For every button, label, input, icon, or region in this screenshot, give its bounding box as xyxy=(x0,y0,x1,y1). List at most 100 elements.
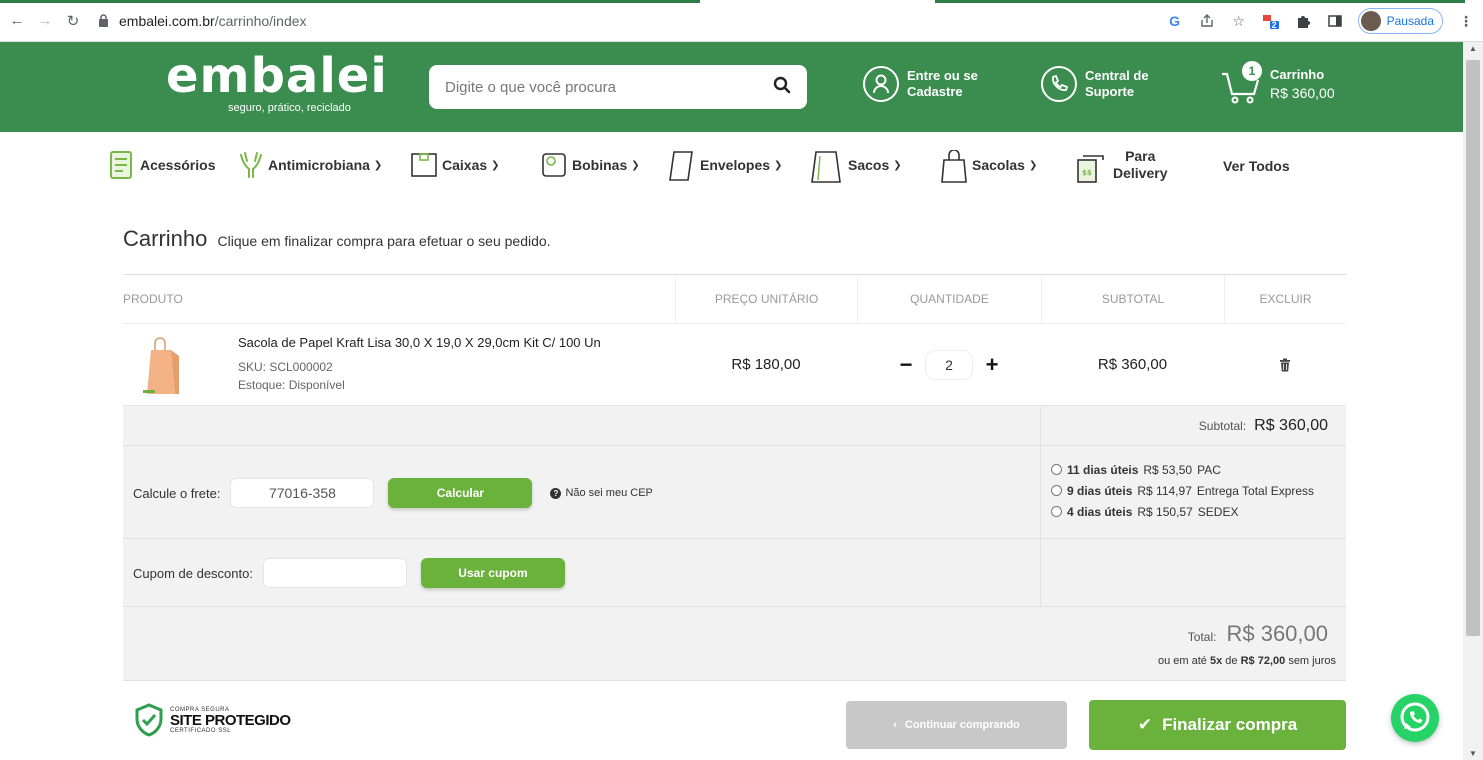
scroll-down-arrow-icon[interactable]: ▼ xyxy=(1469,749,1477,758)
cart-icon: 1 xyxy=(1220,61,1264,108)
cep-input[interactable]: 77016-358 xyxy=(230,478,375,508)
product-sku: SKU: SCL000002 xyxy=(238,360,333,374)
hands-icon xyxy=(236,150,262,180)
side-panel-icon[interactable] xyxy=(1326,12,1344,30)
shipping-days: 4 dias úteis xyxy=(1067,504,1133,519)
radio-button[interactable] xyxy=(1051,485,1062,496)
search-icon[interactable] xyxy=(773,76,791,99)
cart-subtitle: Clique em finalizar compra para efetuar … xyxy=(217,233,551,249)
whatsapp-icon[interactable] xyxy=(1391,694,1439,742)
chevron-left-icon: ‹ xyxy=(893,719,897,731)
forward-arrow-icon[interactable]: → xyxy=(34,10,56,32)
category-sacolas[interactable]: Sacolas ❯ xyxy=(940,149,1038,183)
bookmark-star-icon[interactable]: ☆ xyxy=(1230,12,1248,30)
page-scrollbar[interactable]: ▲ ▼ xyxy=(1463,42,1483,760)
category-label: Sacos xyxy=(848,157,890,173)
scroll-up-arrow-icon[interactable]: ▲ xyxy=(1469,44,1477,53)
user-icon xyxy=(863,66,899,102)
header-cart-link[interactable]: 1 Carrinho R$ 360,00 xyxy=(1220,61,1335,108)
question-icon: ? xyxy=(550,487,562,499)
unit-price: R$ 180,00 xyxy=(731,356,801,373)
search-input[interactable] xyxy=(445,78,773,96)
chevron-down-icon: ❯ xyxy=(774,159,783,171)
finalize-purchase-label: Finalizar compra xyxy=(1162,715,1298,734)
category-envelopes[interactable]: Envelopes ❯ xyxy=(668,150,783,181)
product-image[interactable] xyxy=(143,334,183,396)
category-acessorios[interactable]: Acessórios xyxy=(108,150,215,180)
accessories-icon xyxy=(108,150,134,180)
shipping-option[interactable]: 4 dias úteis R$ 150,57 SEDEX xyxy=(1051,501,1346,522)
installments-mid: de xyxy=(1225,655,1238,667)
category-label-line1: Para xyxy=(1125,148,1156,164)
subtotal-value: R$ 360,00 xyxy=(1254,416,1328,434)
table-header: PRODUTO PREÇO UNITÁRIO QUANTIDADE SUBTOT… xyxy=(123,274,1346,324)
category-label: Caixas xyxy=(442,157,488,173)
category-caixas[interactable]: Caixas ❯ xyxy=(410,150,500,180)
shipping-option[interactable]: 9 dias úteis R$ 114,97 Entrega Total Exp… xyxy=(1051,480,1346,501)
apply-coupon-button[interactable]: Usar cupom xyxy=(420,558,565,588)
extension-puzzle-colored-icon[interactable]: 2 xyxy=(1262,12,1280,30)
back-arrow-icon[interactable]: ← xyxy=(6,10,28,32)
total-row: Total: R$ 360,00 ou em até 5x de R$ 72,0… xyxy=(123,607,1346,681)
cart-count-badge: 1 xyxy=(1242,61,1262,81)
seal-line3: CERTIFICADO SSL xyxy=(170,727,232,734)
share-icon[interactable] xyxy=(1198,12,1216,30)
finalize-purchase-button[interactable]: ✔ Finalizar compra xyxy=(1089,700,1346,750)
support-line1: Central de xyxy=(1085,68,1149,83)
calculate-shipping-button[interactable]: Calcular xyxy=(388,478,533,508)
trash-icon[interactable] xyxy=(1278,358,1292,372)
col-quantity: QUANTIDADE xyxy=(857,275,1041,323)
col-unit-price: PREÇO UNITÁRIO xyxy=(675,275,857,323)
profile-chip[interactable]: Pausada xyxy=(1357,8,1443,34)
installments-suffix: sem juros xyxy=(1288,655,1336,667)
quantity-input[interactable]: 2 xyxy=(925,349,973,380)
extensions-icon[interactable] xyxy=(1294,12,1312,30)
shipping-days: 9 dias úteis xyxy=(1067,483,1133,498)
radio-button[interactable] xyxy=(1051,464,1062,475)
check-icon: ✔ xyxy=(1137,715,1153,734)
cart-label: Carrinho xyxy=(1270,67,1325,82)
box-icon xyxy=(410,150,437,180)
product-name[interactable]: Sacola de Papel Kraft Lisa 30,0 X 19,0 X… xyxy=(238,335,601,350)
profile-label: Pausada xyxy=(1386,14,1434,28)
shipping-price: R$ 114,97 xyxy=(1137,483,1192,498)
radio-button[interactable] xyxy=(1051,506,1062,517)
reload-icon[interactable]: ↻ xyxy=(62,10,84,32)
delivery-bag-icon: $$ xyxy=(1075,150,1107,183)
table-row: Sacola de Papel Kraft Lisa 30,0 X 19,0 X… xyxy=(123,324,1346,406)
cep-help-link[interactable]: ? Não sei meu CEP xyxy=(550,487,653,499)
shipping-price: R$ 53,50 xyxy=(1143,462,1193,477)
chevron-down-icon: ❯ xyxy=(1028,159,1038,171)
login-link[interactable]: Entre ou se Cadastre xyxy=(863,66,978,102)
scrollbar-thumb[interactable] xyxy=(1466,60,1480,636)
category-label: Bobinas xyxy=(572,157,628,173)
logo-word: embalei xyxy=(166,48,388,104)
category-delivery[interactable]: $$ Para Delivery xyxy=(1075,148,1167,183)
cep-help-text: Não sei meu CEP xyxy=(565,487,653,499)
support-line2: Suporte xyxy=(1085,84,1135,99)
url-path: /carrinho/index xyxy=(214,12,307,29)
category-bobinas[interactable]: Bobinas ❯ xyxy=(540,150,640,180)
kebab-menu-icon[interactable]: ⋮ xyxy=(1457,12,1475,30)
shipping-service: Entrega Total Express xyxy=(1196,483,1315,498)
continue-shopping-label: Continuar comprando xyxy=(904,719,1020,731)
decrease-quantity-button[interactable]: − xyxy=(897,353,915,375)
address-bar[interactable]: embalei.com.br/carrinho/index xyxy=(98,13,307,29)
shipping-option[interactable]: 11 dias úteis R$ 53,50 PAC xyxy=(1051,459,1346,480)
category-antimicrobiana[interactable]: Antimicrobiana ❯ xyxy=(236,150,382,180)
shipping-label: Calcule o frete: xyxy=(133,485,221,501)
coupon-input[interactable] xyxy=(262,558,407,588)
cart-title-text: Carrinho xyxy=(123,226,208,251)
continue-shopping-button[interactable]: ‹ Continuar comprando xyxy=(846,701,1067,749)
chevron-down-icon: ❯ xyxy=(373,159,383,171)
extension-badge: 2 xyxy=(1271,20,1277,30)
search-box xyxy=(429,65,807,109)
google-icon[interactable]: G xyxy=(1166,12,1184,30)
increase-quantity-button[interactable]: + xyxy=(983,353,1001,375)
cart-table: PRODUTO PREÇO UNITÁRIO QUANTIDADE SUBTOT… xyxy=(123,274,1346,681)
site-logo[interactable]: embalei seguro, prático, reciclado xyxy=(166,48,388,114)
category-sacos[interactable]: Sacos ❯ xyxy=(810,150,902,183)
category-label: Ver Todos xyxy=(1223,158,1290,174)
category-ver-todos[interactable]: Ver Todos xyxy=(1223,158,1290,174)
support-link[interactable]: Central de Suporte xyxy=(1041,66,1149,102)
